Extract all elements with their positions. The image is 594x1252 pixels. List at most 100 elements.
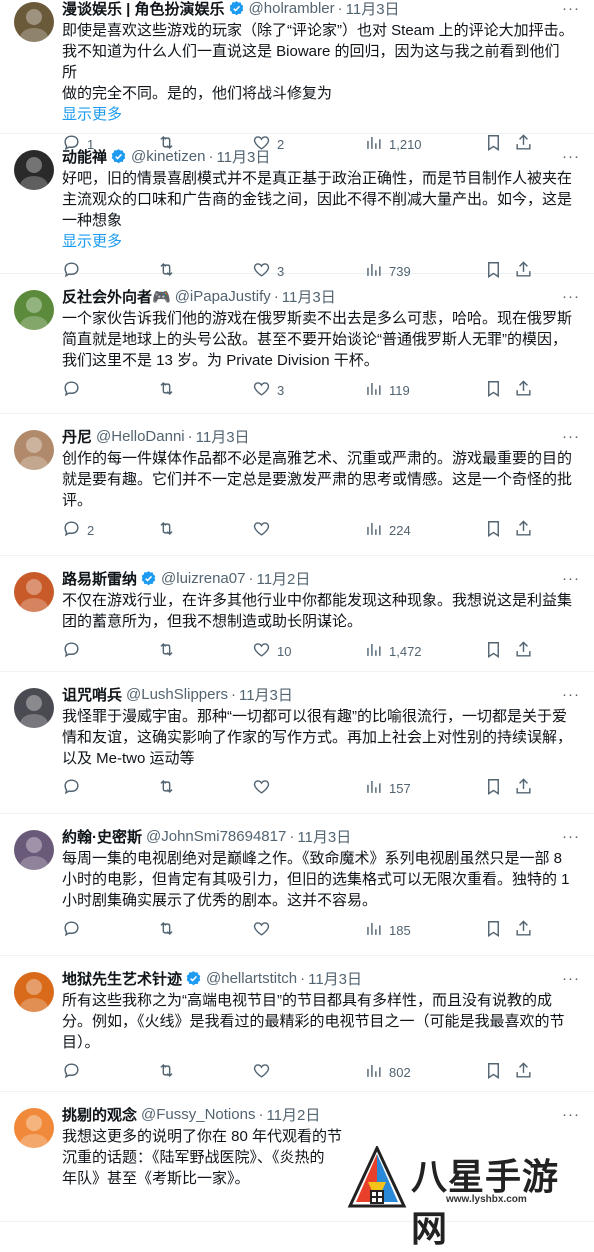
reply-button[interactable] bbox=[62, 379, 157, 401]
like-button[interactable] bbox=[252, 519, 364, 541]
author-handle[interactable]: @kinetizen bbox=[131, 148, 205, 165]
reply-button[interactable] bbox=[62, 1061, 157, 1083]
tweet-time[interactable]: 11月3日 bbox=[216, 146, 270, 167]
author-name[interactable]: 路易斯雷纳 bbox=[62, 568, 137, 589]
views-button[interactable]: 157 bbox=[364, 777, 484, 799]
tweet[interactable]: 动能禅 @kinetizen · 11月3日 ··· 好吧，旧的情景喜剧模式并不是… bbox=[0, 134, 594, 279]
avatar[interactable] bbox=[14, 572, 54, 612]
author-name[interactable]: 诅咒哨兵 bbox=[62, 684, 122, 705]
tweet-time[interactable]: 11月3日 bbox=[346, 0, 400, 19]
retweet-button[interactable] bbox=[157, 379, 252, 401]
tweet[interactable]: 路易斯雷纳 @luizrena07 · 11月2日 ··· 不仅在游戏行业，在许多… bbox=[0, 556, 594, 672]
tweet-time[interactable]: 11月2日 bbox=[266, 1104, 320, 1125]
views-button[interactable]: 1,472 bbox=[364, 640, 484, 662]
show-more-link[interactable]: 显示更多 bbox=[62, 104, 594, 125]
more-options-icon[interactable]: ··· bbox=[562, 148, 580, 165]
tweet[interactable]: 丹尼 @HelloDanni · 11月3日 ··· 创作的每一件媒体作品都不必是… bbox=[0, 414, 594, 556]
more-options-icon[interactable]: ··· bbox=[562, 428, 580, 445]
tweet[interactable]: 反社会外向者🎮 @iPapaJustify · 11月3日 ··· 一个家伙告诉我… bbox=[0, 274, 594, 414]
author-name[interactable]: 动能禅 bbox=[62, 146, 107, 167]
author-name[interactable]: 約翰·史密斯 bbox=[62, 826, 142, 847]
tweet-text-line: 一种想象 bbox=[62, 212, 123, 229]
tweet-text-line: 我不知道为什么人们一直说这是 Bioware 的回归，因为这与我之前看到他们所 bbox=[62, 43, 560, 81]
reply-button[interactable] bbox=[62, 777, 157, 799]
tweet-time[interactable]: 11月3日 bbox=[196, 426, 250, 447]
avatar[interactable] bbox=[14, 972, 54, 1012]
more-options-icon[interactable]: ··· bbox=[562, 570, 580, 587]
author-name[interactable]: 丹尼 bbox=[62, 426, 92, 447]
avatar[interactable] bbox=[14, 1108, 54, 1148]
avatar[interactable] bbox=[14, 688, 54, 728]
avatar[interactable] bbox=[14, 830, 54, 870]
author-handle[interactable]: @iPapaJustify bbox=[175, 288, 271, 305]
retweet-icon bbox=[157, 640, 176, 662]
share-button[interactable] bbox=[514, 640, 533, 662]
share-button[interactable] bbox=[514, 919, 533, 941]
avatar[interactable] bbox=[14, 2, 54, 42]
retweet-button[interactable] bbox=[157, 777, 252, 799]
more-options-icon[interactable]: ··· bbox=[562, 686, 580, 703]
author-handle[interactable]: @hellartstitch bbox=[206, 970, 297, 987]
more-options-icon[interactable]: ··· bbox=[562, 970, 580, 987]
author-handle[interactable]: @holrambler bbox=[249, 0, 335, 17]
bookmark-button[interactable] bbox=[484, 919, 514, 941]
views-button[interactable]: 802 bbox=[364, 1061, 484, 1083]
avatar[interactable] bbox=[14, 150, 54, 190]
bookmark-button[interactable] bbox=[484, 519, 514, 541]
author-name[interactable]: 挑剔的观念 bbox=[62, 1104, 137, 1125]
views-button[interactable]: 119 bbox=[364, 379, 484, 401]
avatar[interactable] bbox=[14, 430, 54, 470]
views-button[interactable]: 185 bbox=[364, 919, 484, 941]
views-button[interactable]: 224 bbox=[364, 519, 484, 541]
share-button[interactable] bbox=[514, 1061, 533, 1083]
tweet[interactable]: 地狱先生艺术针迹 @hellartstitch · 11月3日 ··· 所有这些我… bbox=[0, 956, 594, 1092]
bookmark-icon bbox=[484, 519, 503, 541]
retweet-button[interactable] bbox=[157, 1061, 252, 1083]
tweet-time[interactable]: 11月2日 bbox=[256, 568, 310, 589]
retweet-icon bbox=[157, 777, 176, 799]
views-icon bbox=[364, 1061, 383, 1083]
bookmark-button[interactable] bbox=[484, 777, 514, 799]
retweet-button[interactable] bbox=[157, 640, 252, 662]
tweet[interactable]: 約翰·史密斯 @JohnSmi78694817 · 11月3日 ··· 每周一集的… bbox=[0, 814, 594, 956]
show-more-link[interactable]: 显示更多 bbox=[62, 231, 594, 252]
author-name[interactable]: 漫谈娱乐 | 角色扮演娱乐 bbox=[62, 0, 225, 19]
bookmark-button[interactable] bbox=[484, 1061, 514, 1083]
share-button[interactable] bbox=[514, 379, 533, 401]
like-button[interactable]: 10 bbox=[252, 640, 364, 662]
bookmark-icon bbox=[484, 379, 503, 401]
like-button[interactable] bbox=[252, 777, 364, 799]
tweet-text-line: 就是要有趣。它们并不一定总是要激发严肃的思考或情感。这是一个奇怪的批 bbox=[62, 471, 573, 488]
more-options-icon[interactable]: ··· bbox=[562, 0, 580, 17]
more-options-icon[interactable]: ··· bbox=[562, 1106, 580, 1123]
more-options-icon[interactable]: ··· bbox=[562, 828, 580, 845]
author-handle[interactable]: @Fussy_Notions bbox=[141, 1106, 255, 1123]
bookmark-button[interactable] bbox=[484, 640, 514, 662]
reply-button[interactable] bbox=[62, 919, 157, 941]
author-handle[interactable]: @LushSlippers bbox=[126, 686, 228, 703]
retweet-button[interactable] bbox=[157, 519, 252, 541]
tweet[interactable]: 漫谈娱乐 | 角色扮演娱乐 @holrambler · 11月3日 ··· 即使是… bbox=[0, 0, 594, 152]
like-button[interactable] bbox=[252, 919, 364, 941]
retweet-button[interactable] bbox=[157, 919, 252, 941]
more-options-icon[interactable]: ··· bbox=[562, 288, 580, 305]
share-button[interactable] bbox=[514, 777, 533, 799]
reply-button[interactable]: 2 bbox=[62, 519, 157, 541]
like-button[interactable]: 3 bbox=[252, 379, 364, 401]
share-button[interactable] bbox=[514, 519, 533, 541]
author-handle[interactable]: @HelloDanni bbox=[96, 428, 185, 445]
avatar[interactable] bbox=[14, 290, 54, 330]
views-icon bbox=[364, 919, 383, 941]
like-button[interactable] bbox=[252, 1061, 364, 1083]
tweet-time[interactable]: 11月3日 bbox=[297, 826, 351, 847]
tweet-time[interactable]: 11月3日 bbox=[308, 968, 362, 989]
author-name[interactable]: 地狱先生艺术针迹 bbox=[62, 968, 182, 989]
bookmark-button[interactable] bbox=[484, 379, 514, 401]
author-name[interactable]: 反社会外向者🎮 bbox=[62, 286, 171, 307]
reply-button[interactable] bbox=[62, 640, 157, 662]
author-handle[interactable]: @JohnSmi78694817 bbox=[146, 828, 286, 845]
tweet-time[interactable]: 11月3日 bbox=[239, 684, 293, 705]
tweet-time[interactable]: 11月3日 bbox=[282, 286, 336, 307]
author-handle[interactable]: @luizrena07 bbox=[161, 570, 245, 587]
tweet[interactable]: 诅咒哨兵 @LushSlippers · 11月3日 ··· 我怪罪于漫威宇宙。那… bbox=[0, 672, 594, 814]
